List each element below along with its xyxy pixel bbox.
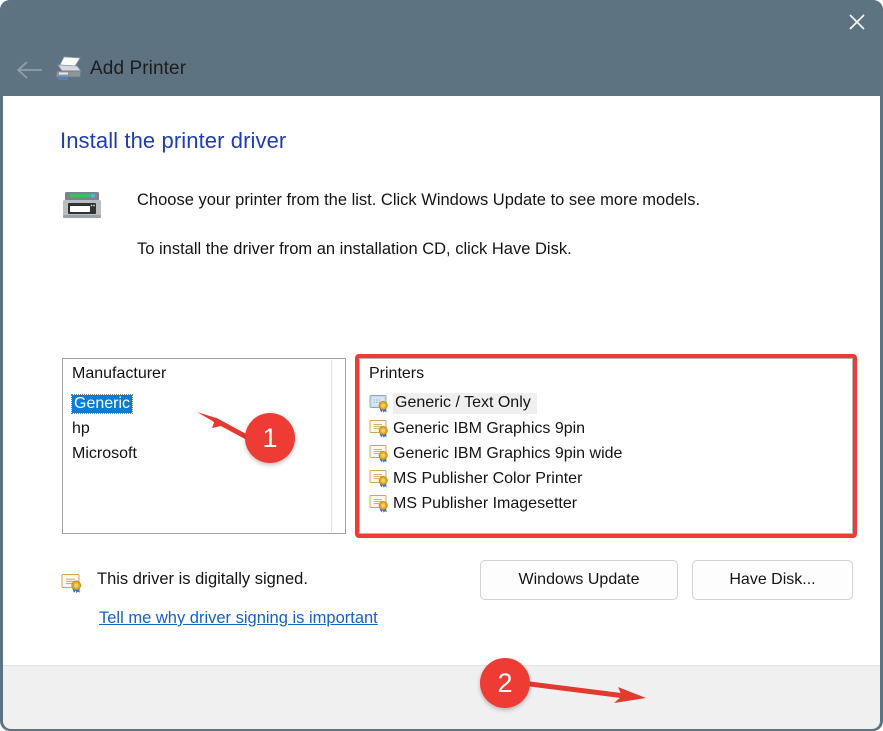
certificate-icon (369, 394, 391, 413)
printers-list-items: Generic / Text Only Generic IBM Graphics… (360, 391, 852, 516)
manufacturer-item-label: Generic (70, 393, 134, 414)
list-item[interactable]: Generic (63, 391, 345, 416)
list-item[interactable]: Generic IBM Graphics 9pin wide (360, 441, 852, 466)
page-title: Install the printer driver (60, 128, 287, 153)
certificate-icon (61, 573, 85, 594)
printer-item-label: Generic / Text Only (393, 393, 537, 414)
list-item[interactable]: hp (63, 416, 345, 441)
list-item[interactable]: MS Publisher Imagesetter (360, 491, 852, 516)
manufacturer-list-header: Manufacturer (72, 365, 167, 382)
dialog-content: Install the printer driver Choose your p… (3, 96, 880, 665)
close-icon[interactable] (831, 0, 883, 44)
dialog-footer: Next Cancel (3, 665, 880, 729)
list-item[interactable]: Microsoft (63, 441, 345, 466)
manufacturer-listbox[interactable]: Manufacturer Generic hp Microsoft (62, 358, 346, 534)
printer-item-label: MS Publisher Imagesetter (393, 494, 578, 512)
printers-list-header: Printers (369, 365, 425, 382)
printer-item-label: MS Publisher Color Printer (393, 469, 583, 487)
instruction-line-1: Choose your printer from the list. Click… (137, 191, 701, 209)
certificate-icon (369, 469, 391, 488)
certificate-icon (369, 444, 391, 463)
printers-listbox[interactable]: Printers Generic / Text Only Generic IBM… (359, 358, 853, 534)
manufacturer-list-items: Generic hp Microsoft (63, 391, 345, 466)
printer-icon (54, 56, 84, 82)
manufacturer-item-label: Microsoft (72, 444, 137, 462)
back-arrow-icon[interactable] (14, 53, 48, 87)
certificate-icon (369, 419, 391, 438)
window-title: Add Printer (90, 58, 187, 79)
driver-signed-status: This driver is digitally signed. (97, 570, 308, 588)
window-titlebar: Add Printer (0, 0, 883, 96)
add-printer-window: Add Printer Install the printer driver C… (0, 0, 883, 731)
manufacturer-item-label: hp (72, 419, 90, 437)
windows-update-button[interactable]: Windows Update (480, 560, 678, 600)
manufacturer-scrollbar[interactable] (331, 360, 344, 532)
printer-large-icon (61, 186, 103, 222)
list-item[interactable]: MS Publisher Color Printer (360, 466, 852, 491)
instruction-line-2: To install the driver from an installati… (137, 240, 572, 258)
driver-signing-link[interactable]: Tell me why driver signing is important (99, 609, 378, 628)
have-disk-button[interactable]: Have Disk... (692, 560, 853, 600)
certificate-icon (369, 494, 391, 513)
list-item[interactable]: Generic / Text Only (360, 391, 852, 416)
printer-item-label: Generic IBM Graphics 9pin wide (393, 444, 623, 462)
printer-item-label: Generic IBM Graphics 9pin (393, 419, 586, 437)
list-item[interactable]: Generic IBM Graphics 9pin (360, 416, 852, 441)
